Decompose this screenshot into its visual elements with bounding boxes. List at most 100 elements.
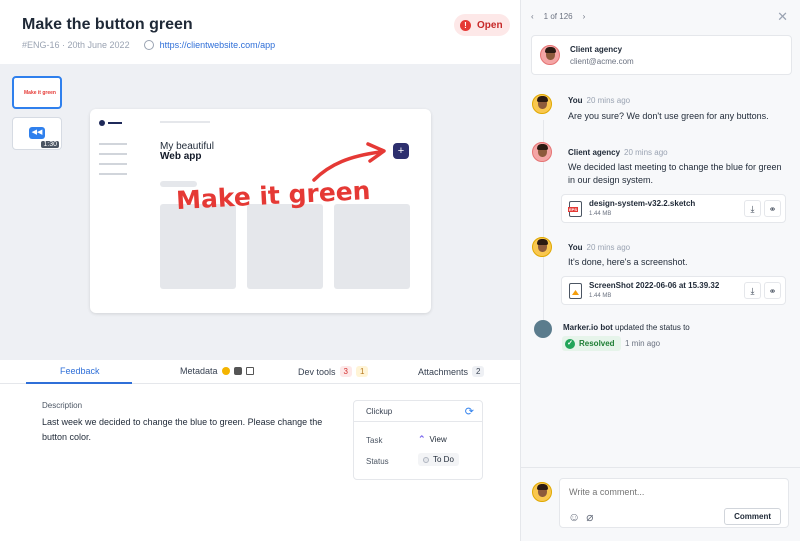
comment-author: Client agency: [568, 148, 621, 157]
comment-text: We decided last meeting to change the bl…: [568, 162, 782, 185]
screenshot-viewer: Make it green ◀◀ 1:30 My beautiful Web a…: [0, 64, 520, 360]
bot-avatar-icon: [534, 320, 552, 338]
comment-text: It's done, here's a screenshot.: [568, 257, 688, 267]
comment-time: 20 mins ago: [586, 96, 631, 105]
composer-icons: ☺ ⌀: [568, 510, 594, 524]
alert-icon: !: [460, 19, 471, 31]
issue-panel: Make the button green #ENG-16 · 20th Jun…: [0, 0, 520, 541]
tab-label: Metadata: [180, 366, 218, 376]
apple-icon: [233, 367, 242, 375]
avatar: [532, 482, 552, 502]
description-text: Last week we decided to change the blue …: [42, 417, 323, 442]
attachment-name: design-system-v32.2.sketch: [589, 199, 696, 208]
avatar: [532, 94, 552, 114]
bot-action: updated the status to: [615, 323, 690, 332]
tab-attachments[interactable]: Attachments 2: [418, 366, 485, 377]
search-placeholder-bar: [160, 121, 210, 123]
status-badge[interactable]: ! Open: [454, 14, 510, 36]
tab-feedback[interactable]: Feedback: [60, 366, 100, 376]
attachment-count-badge: 2: [472, 366, 485, 377]
video-duration: 1:30: [41, 141, 59, 148]
nav-line: [99, 153, 127, 155]
clickup-integration-card: Clickup ⟳ Task ⌃ View Status To Do: [353, 400, 483, 480]
check-icon: ✓: [565, 338, 575, 349]
nav-line: [99, 173, 127, 175]
comment-author: You: [568, 243, 583, 252]
comment-text: Are you sure? We don't use green for any…: [568, 111, 769, 121]
comment-author: You: [568, 96, 583, 105]
task-status-chip[interactable]: To Do: [418, 453, 459, 466]
tab-dev-tools[interactable]: Dev tools 3 1: [298, 366, 369, 377]
tab-label: Feedback: [60, 366, 100, 376]
comment-header: You 20 mins ago: [568, 243, 630, 252]
attachment-item: ScreenShot 2022-06-06 at 15.39.32 1.44 M…: [561, 276, 786, 305]
resolved-label: Resolved: [579, 339, 615, 348]
download-icon[interactable]: ⤓: [744, 282, 761, 299]
warning-count-badge: 1: [355, 366, 369, 377]
status-update-line: Marker.io bot updated the status to: [563, 323, 690, 332]
issue-pager: ‹ 1 of 126 ›: [531, 12, 585, 21]
comment-header: You 20 mins ago: [568, 96, 630, 105]
thumb-annotation: Make it green: [24, 90, 56, 96]
comment-header: Client agency 20 mins ago: [568, 148, 668, 157]
plus-icon: +: [393, 143, 409, 159]
issue-url-link[interactable]: https://clientwebsite.com/app: [160, 40, 276, 50]
comment-composer: ☺ ⌀ Comment: [559, 478, 789, 528]
link-icon[interactable]: ⚭: [764, 282, 781, 299]
divider: [520, 467, 800, 468]
sync-icon[interactable]: ⟳: [465, 405, 474, 418]
annotated-screenshot: My beautiful Web app + Make it green: [90, 109, 431, 313]
reporter-email: client@acme.com: [570, 57, 634, 66]
tab-metadata[interactable]: Metadata: [180, 366, 254, 376]
active-tab-indicator: [26, 382, 132, 384]
mock-card: [247, 204, 323, 289]
logo-bar: [108, 122, 122, 124]
tab-label: Attachments: [418, 366, 469, 377]
avatar: [532, 142, 552, 162]
issue-id-date: #ENG-16 · 20th June 2022: [22, 40, 130, 50]
link-icon[interactable]: ⚭: [764, 200, 781, 217]
clickup-logo-icon: ⌃: [418, 434, 426, 444]
detail-tabs: Feedback Metadata Dev tools 3 1 Attachme…: [0, 360, 520, 384]
issue-meta: #ENG-16 · 20th June 2022 https://clientw…: [22, 40, 275, 50]
status-update-time: 1 min ago: [625, 339, 661, 348]
attachment-name: ScreenShot 2022-06-06 at 15.39.32: [589, 281, 720, 290]
bot-name: Marker.io bot: [563, 323, 613, 332]
comment-input[interactable]: [569, 487, 769, 497]
reporter-card: Client agency client@acme.com: [531, 35, 792, 75]
task-status-value: To Do: [433, 455, 454, 464]
comment-button[interactable]: Comment: [724, 508, 781, 525]
comment-time: 20 mins ago: [624, 148, 668, 157]
paperclip-icon[interactable]: ⌀: [586, 510, 593, 524]
avatar: [532, 237, 552, 257]
emoji-icon[interactable]: ☺: [568, 510, 580, 524]
image-file-icon: [569, 283, 582, 299]
resolved-badge: ✓ Resolved: [562, 336, 621, 351]
nav-line: [99, 163, 127, 165]
logo-icon: [99, 120, 105, 126]
clickup-header: Clickup ⟳: [354, 401, 482, 422]
status-label: Open: [477, 19, 503, 31]
video-thumbnail[interactable]: ◀◀ 1:30: [12, 117, 62, 150]
eps-file-icon: EPS: [568, 201, 582, 217]
status-field-label: Status: [366, 457, 389, 466]
chevron-right-icon[interactable]: ›: [583, 12, 586, 21]
attachment-size: 1.44 MB: [589, 211, 612, 217]
chevron-left-icon[interactable]: ‹: [531, 12, 534, 21]
chrome-icon: [221, 367, 230, 375]
avatar: [540, 45, 560, 65]
globe-icon: [143, 40, 154, 50]
reporter-name: Client agency: [570, 45, 623, 54]
clickup-title: Clickup: [366, 407, 393, 416]
issue-title: Make the button green: [22, 16, 193, 33]
task-view-link[interactable]: ⌃ View: [418, 434, 447, 445]
monitor-icon: [245, 367, 254, 375]
tab-label: Dev tools: [298, 366, 336, 377]
screenshot-thumbnail[interactable]: Make it green: [12, 76, 62, 109]
close-icon[interactable]: ✕: [777, 9, 788, 25]
mock-card: [334, 204, 410, 289]
nav-line: [99, 143, 127, 145]
task-value: View: [429, 435, 447, 444]
download-icon[interactable]: ⤓: [744, 200, 761, 217]
attachment-item: EPS design-system-v32.2.sketch 1.44 MB ⤓…: [561, 194, 786, 223]
